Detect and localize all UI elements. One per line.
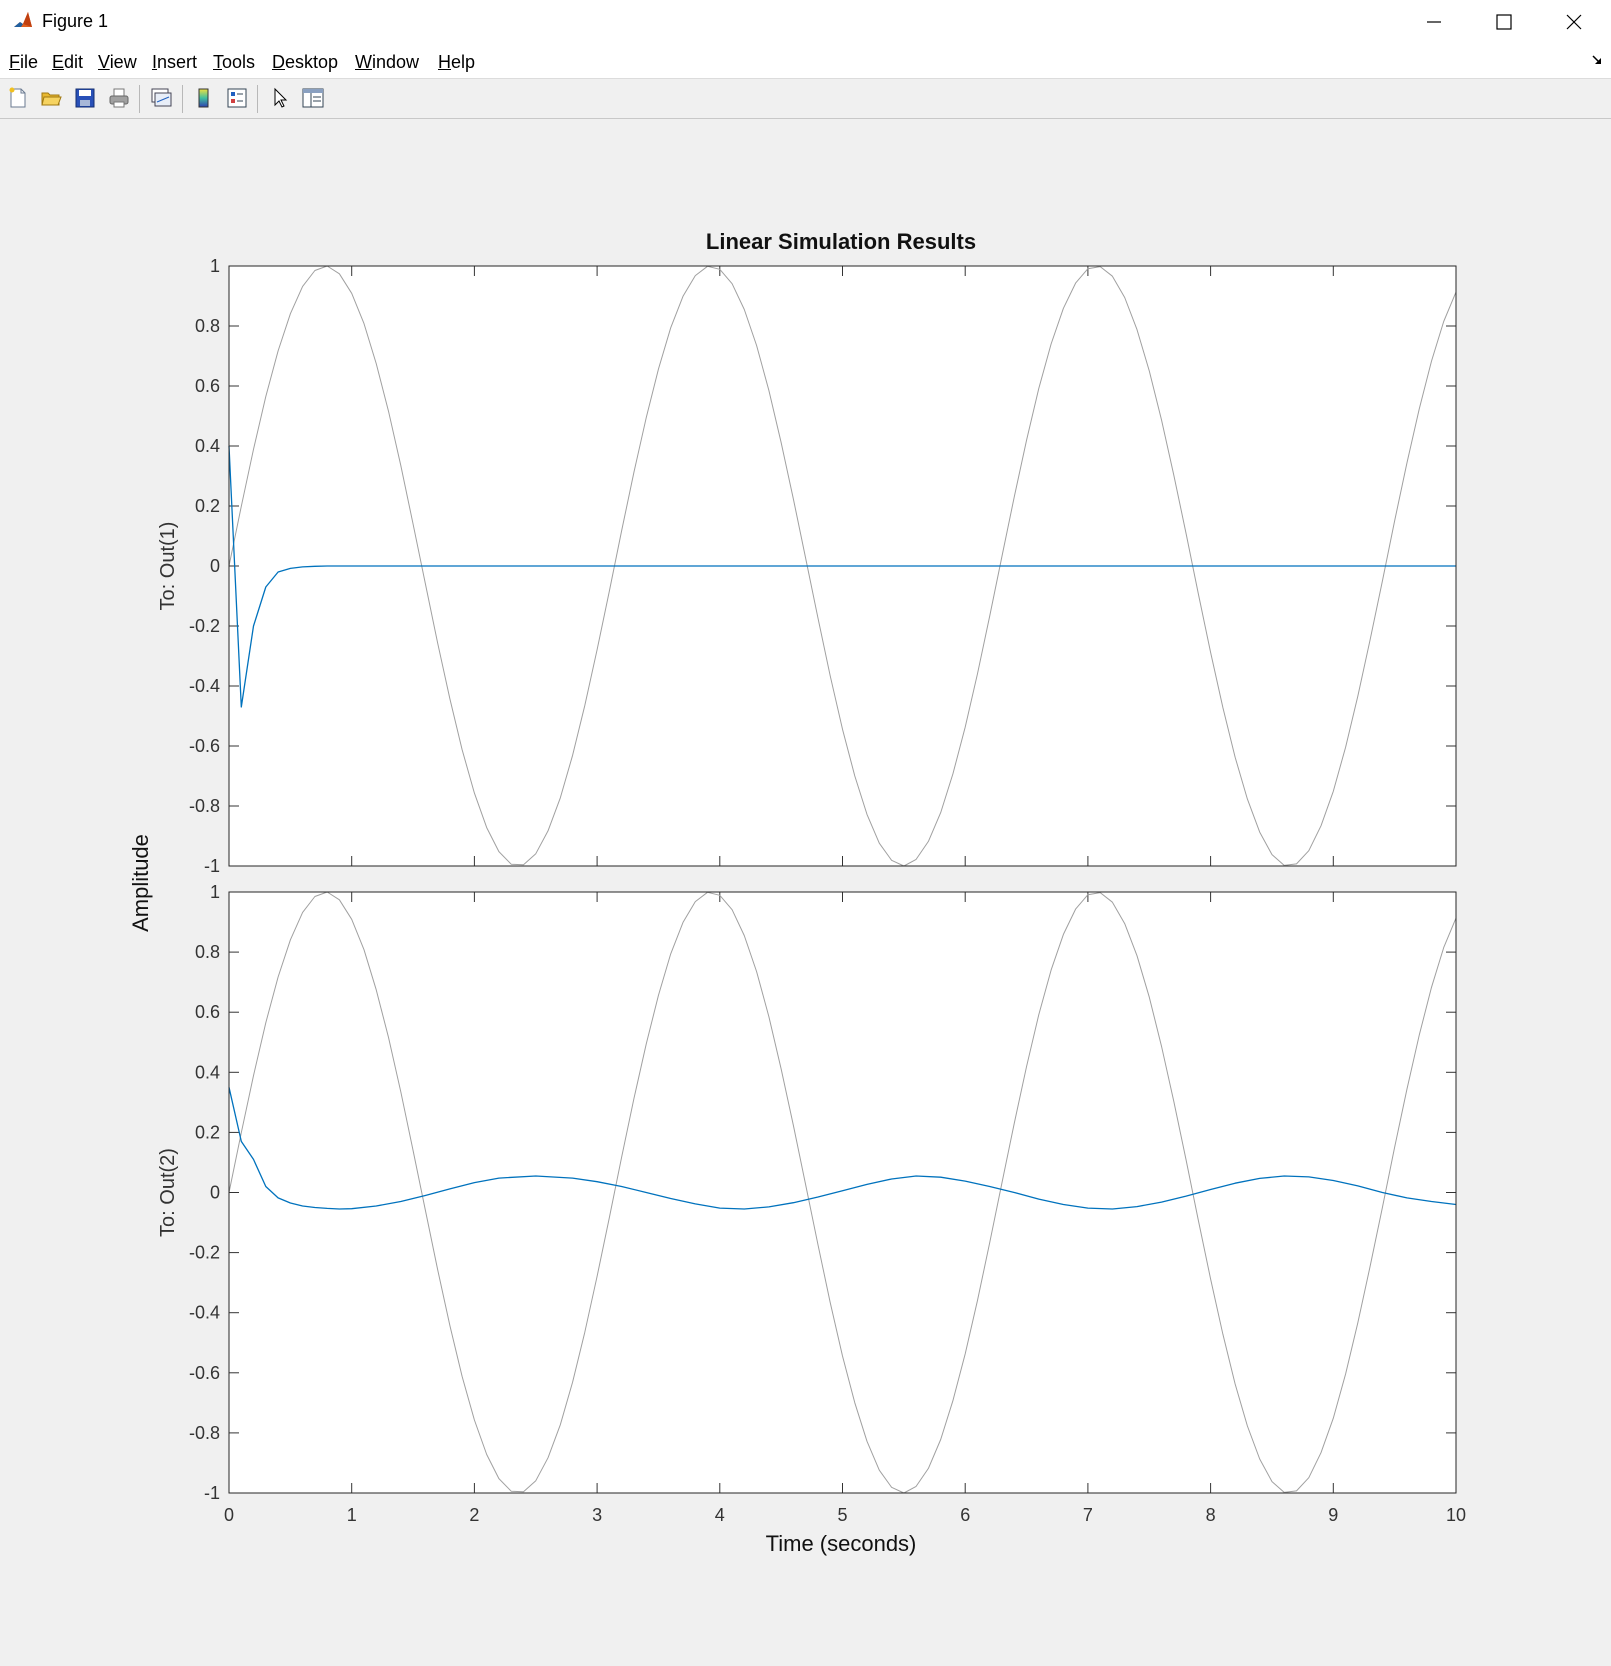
open-file-icon (41, 92, 62, 106)
minimize-button[interactable] (1399, 0, 1469, 44)
y-tick-label: 0.8 (195, 942, 220, 962)
menu-bar: File Edit View Insert Tools Desktop Wind… (0, 44, 1611, 79)
toolbar-separator (257, 85, 258, 113)
y-tick-label: 0.4 (195, 1062, 220, 1082)
print-icon (109, 88, 129, 108)
y-tick-label: 0 (210, 556, 220, 576)
menu-desktop[interactable]: Desktop (272, 52, 338, 73)
open-file-button[interactable] (38, 85, 64, 111)
y-tick-label: 1 (210, 882, 220, 902)
menu-view[interactable]: View (98, 52, 137, 73)
matlab-logo-icon (12, 10, 34, 32)
y-tick-label: -0.8 (189, 796, 220, 816)
save-button[interactable] (72, 85, 98, 111)
x-tick-label: 10 (1446, 1505, 1466, 1525)
x-axis-label: Time (seconds) (766, 1531, 917, 1556)
y-tick-label: 0.8 (195, 316, 220, 336)
menu-insert[interactable]: Insert (152, 52, 197, 73)
save-icon (75, 88, 95, 108)
property-inspector-icon (302, 88, 324, 108)
insert-colorbar-button[interactable] (191, 85, 217, 111)
axes-background (229, 892, 1456, 1493)
x-tick-label: 6 (960, 1505, 970, 1525)
toolbar-separator (139, 85, 140, 113)
x-tick-label: 8 (1206, 1505, 1216, 1525)
x-tick-label: 0 (224, 1505, 234, 1525)
menu-file[interactable]: File (9, 52, 38, 73)
link-plot-button[interactable] (148, 85, 174, 111)
edit-plot-button[interactable] (267, 85, 293, 111)
menu-tools[interactable]: Tools (213, 52, 255, 73)
y-tick-label: 0.4 (195, 436, 220, 456)
subplot-1[interactable]: 1 0.8 0.6 0.4 0.2 0 -0.2 -0.4 -0.6 -0.8 -1 To: Out(… (157, 256, 1457, 876)
minimize-icon (1427, 21, 1441, 23)
x-tick-label: 2 (469, 1505, 479, 1525)
y-tick-label: 0.2 (195, 496, 220, 516)
y-axis-label: Amplitude (128, 834, 153, 932)
close-button[interactable] (1539, 0, 1609, 44)
window-title-bar: Figure 1 (0, 0, 1611, 45)
y-tick-label: 1 (210, 256, 220, 276)
y-tick-label: -0.6 (189, 1363, 220, 1383)
x-tick-label: 7 (1083, 1505, 1093, 1525)
link-plot-icon (151, 88, 172, 107)
menu-help[interactable]: Help (438, 52, 475, 73)
figure-toolbar (0, 79, 1611, 119)
menu-edit[interactable]: Edit (52, 52, 83, 73)
x-tick-label: 9 (1328, 1505, 1338, 1525)
maximize-icon (1496, 14, 1512, 30)
y-tick-label: -0.4 (189, 1303, 220, 1323)
subplot-2[interactable]: 10.80.60.40.20-0.2-0.4-0.6-0.8-10 1 2 3 4 5 6 7… (157, 882, 1466, 1525)
dock-figure-icon[interactable] (1591, 54, 1603, 66)
y-tick-label: 0 (210, 1183, 220, 1203)
new-figure-button[interactable] (5, 85, 31, 111)
close-icon (1566, 14, 1582, 30)
chart-title: Linear Simulation Results (706, 229, 976, 254)
insert-legend-button[interactable] (224, 85, 250, 111)
y-tick-label: -1 (204, 1483, 220, 1503)
edit-plot-arrow-icon (274, 87, 288, 108)
colorbar-icon (198, 88, 209, 108)
new-figure-icon (9, 87, 26, 108)
menu-window[interactable]: Window (355, 52, 419, 73)
y-tick-label: -0.2 (189, 1243, 220, 1263)
y-tick-label: 0.2 (195, 1122, 220, 1142)
y-tick-label: -0.6 (189, 736, 220, 756)
y-tick-label: -0.2 (189, 616, 220, 636)
subplot-y-label: To: Out(2) (157, 1148, 179, 1237)
y-tick-label: -0.8 (189, 1423, 220, 1443)
figure-canvas: Linear Simulation Results Amplitude Time… (128, 229, 1466, 1556)
legend-icon (227, 88, 247, 108)
x-tick-label: 1 (347, 1505, 357, 1525)
subplot-y-label: To: Out(1) (157, 522, 179, 611)
window-title: Figure 1 (42, 11, 109, 31)
y-tick-label: 0.6 (195, 376, 220, 396)
x-tick-label: 3 (592, 1505, 602, 1525)
x-tick-label: 4 (715, 1505, 725, 1525)
print-button[interactable] (106, 85, 132, 111)
toolbar-separator (182, 85, 183, 113)
y-tick-label: -1 (204, 856, 220, 876)
y-tick-label: 0.6 (195, 1002, 220, 1022)
maximize-button[interactable] (1469, 0, 1539, 44)
y-tick-label: -0.4 (189, 676, 220, 696)
property-inspector-button[interactable] (300, 85, 326, 111)
x-tick-label: 5 (837, 1505, 847, 1525)
